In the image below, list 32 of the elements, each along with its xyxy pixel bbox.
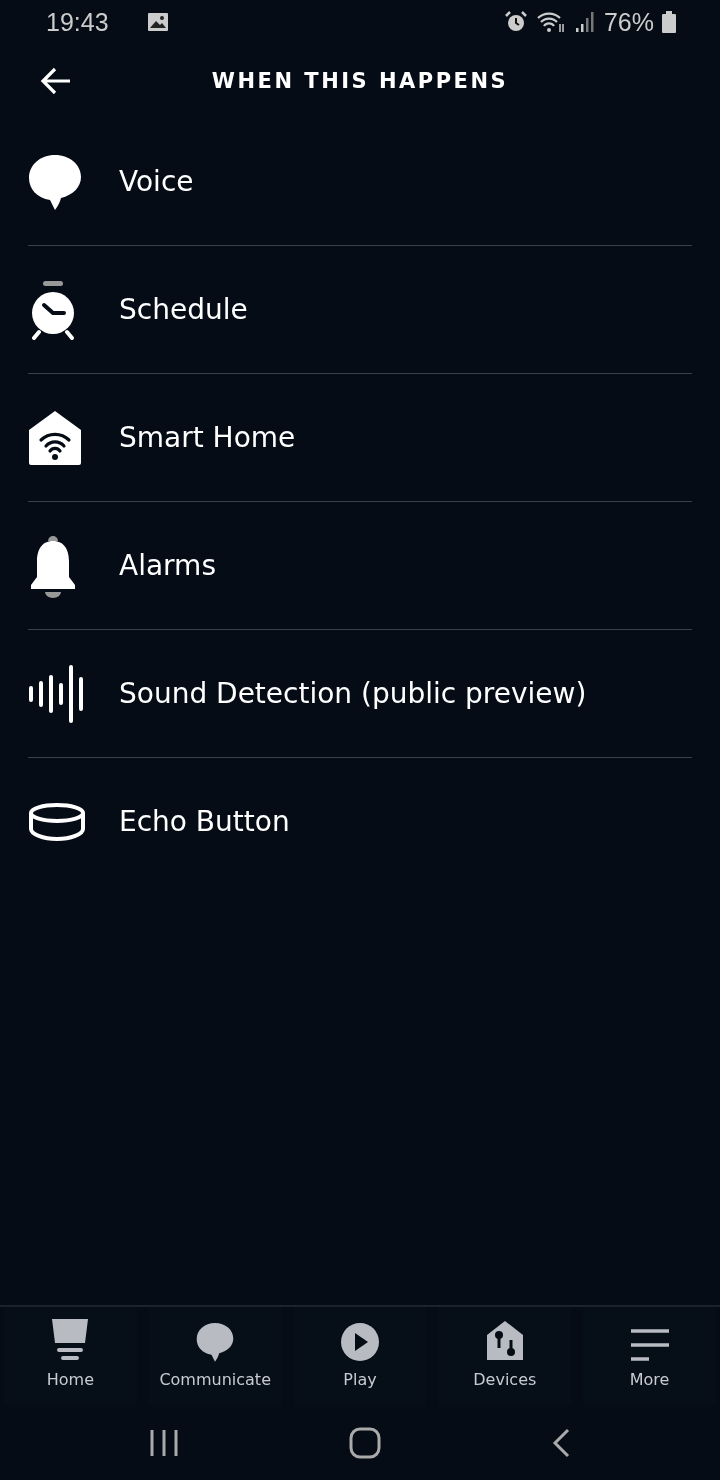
echo-button-icon: [28, 801, 86, 842]
trigger-item[interactable]: Smart Home: [28, 374, 692, 502]
battery-percentage: 76%: [603, 7, 654, 37]
menu-icon: [629, 1328, 670, 1362]
trigger-item[interactable]: Alarms: [28, 502, 692, 630]
trigger-label: Voice: [119, 165, 194, 198]
play-icon: [340, 1322, 380, 1362]
trigger-item[interactable]: Echo Button: [28, 758, 692, 885]
trigger-label: Schedule: [119, 293, 248, 326]
home-button-icon[interactable]: [349, 1426, 381, 1459]
page-title: WHEN THIS HAPPENS: [211, 69, 509, 93]
status-time: 19:43: [46, 7, 109, 37]
trigger-label: Smart Home: [119, 421, 296, 454]
wifi-icon: [535, 10, 566, 34]
recent-apps-icon[interactable]: [149, 1428, 179, 1457]
trigger-label: Echo Button: [119, 805, 290, 838]
back-arrow-icon[interactable]: [40, 67, 72, 95]
battery-icon: [662, 11, 676, 33]
trigger-item[interactable]: Voice: [28, 118, 692, 246]
echo-device-icon: [50, 1318, 91, 1362]
signal-icon: [573, 10, 596, 34]
back-icon[interactable]: [551, 1427, 571, 1458]
alarm-icon: [503, 10, 528, 34]
image-icon: [146, 12, 169, 32]
speech-bubble-icon: [196, 1322, 235, 1362]
home-controls-icon: [484, 1320, 525, 1362]
trigger-item[interactable]: Schedule: [28, 246, 692, 374]
home-wifi-icon: [28, 409, 82, 466]
speech-bubble-icon: [28, 153, 82, 210]
trigger-item[interactable]: Sound Detection (public preview): [28, 630, 692, 758]
trigger-label: Alarms: [119, 549, 216, 582]
trigger-label: Sound Detection (public preview): [119, 677, 587, 710]
